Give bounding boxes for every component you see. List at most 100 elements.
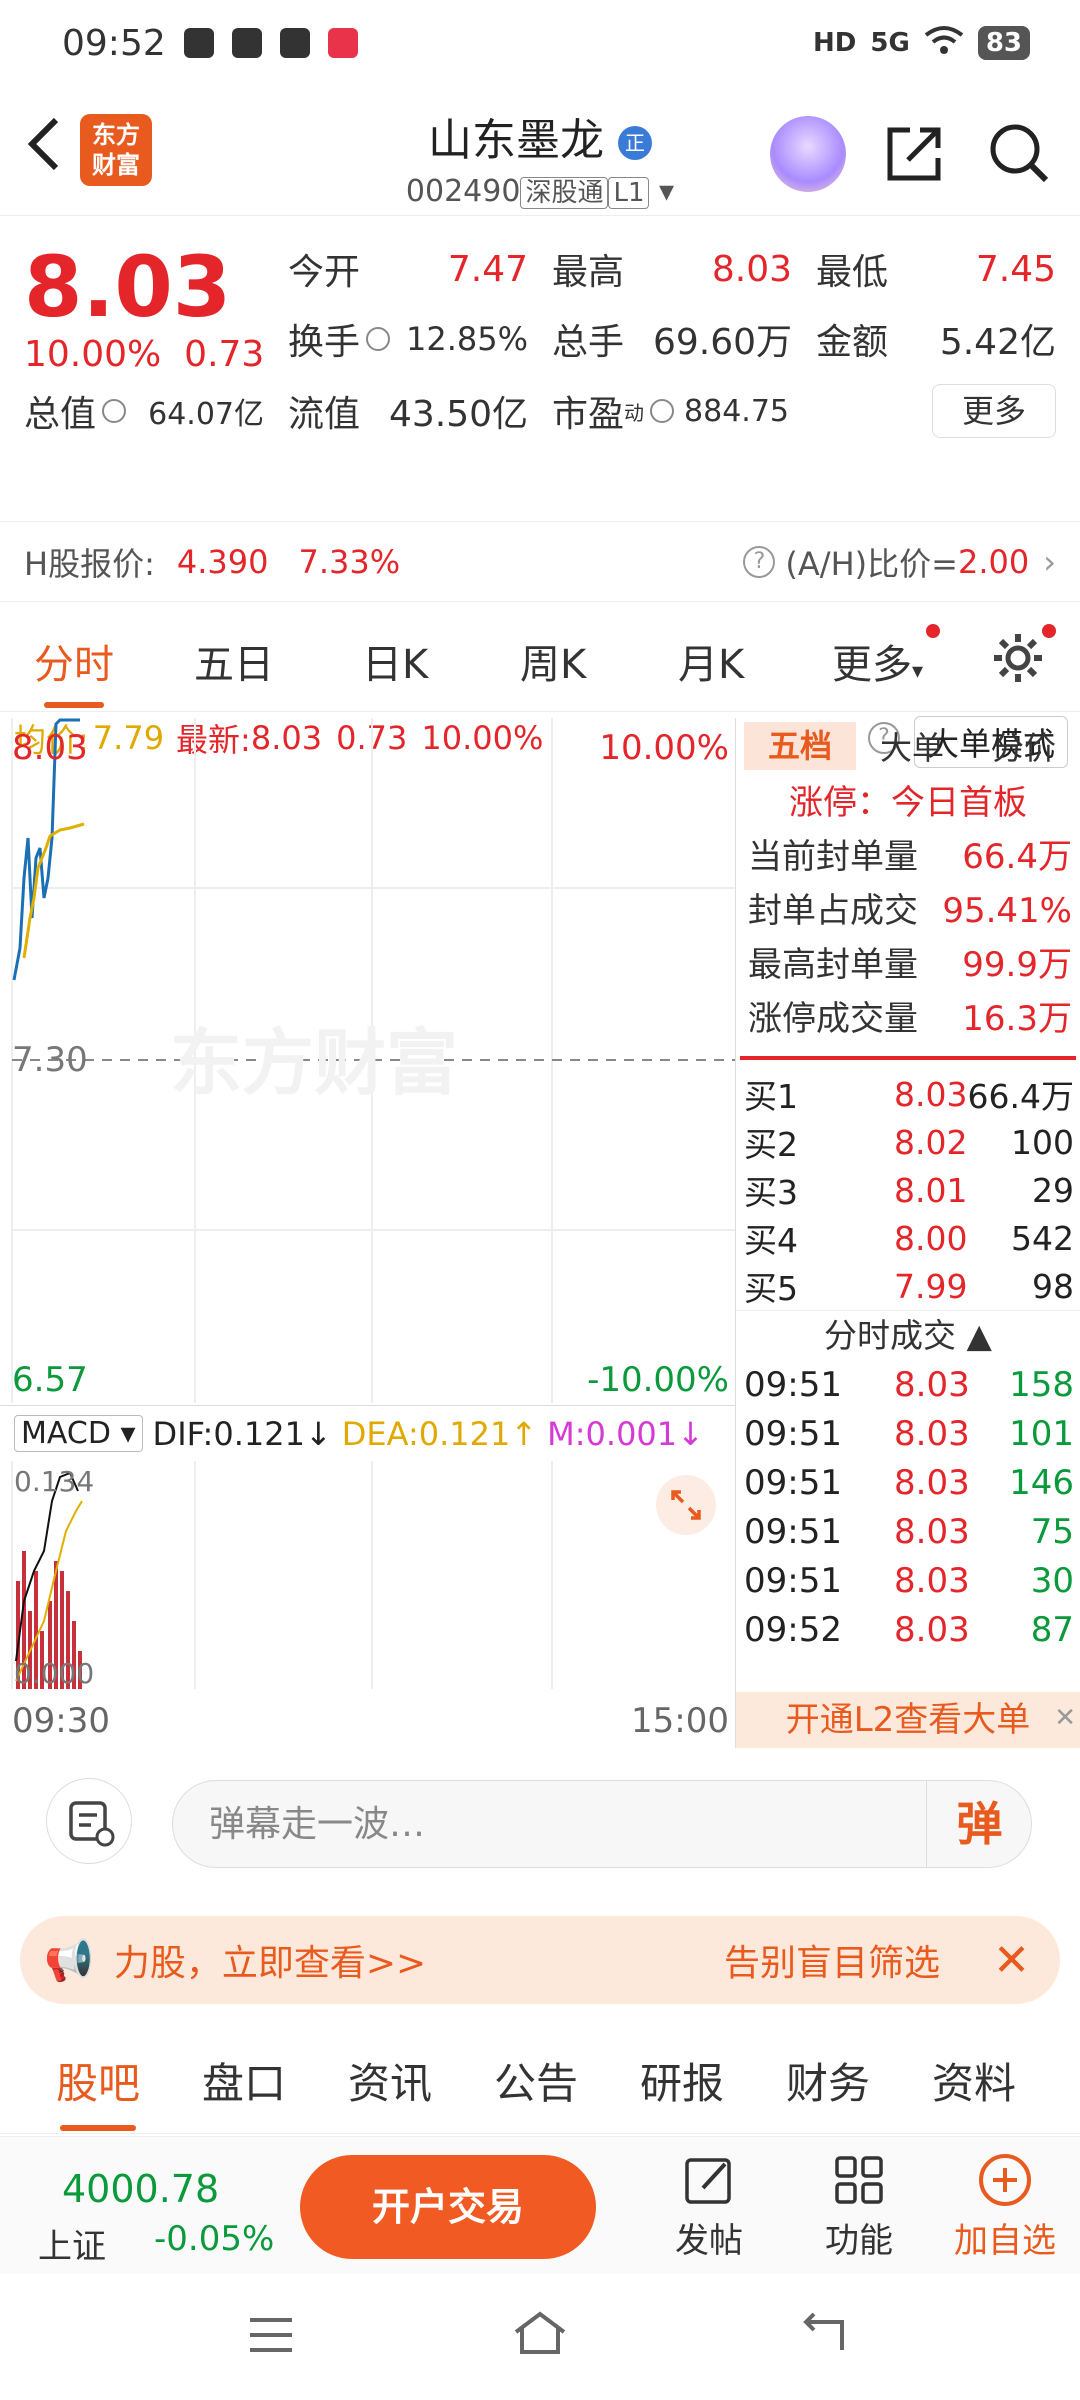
close-icon[interactable]: ✕ — [1054, 1690, 1076, 1746]
chart-mid-price: 7.30 — [12, 1040, 88, 1080]
tab-five-day[interactable]: 五日 — [194, 632, 274, 690]
chart-bottom-pct: -10.00% — [587, 1360, 729, 1400]
tab-research[interactable]: 研报 — [640, 2050, 724, 2111]
add-watchlist-button[interactable]: 加自选 — [950, 2147, 1060, 2262]
bid-row: 买4 8.00 542 — [744, 1218, 1074, 1261]
wifi-icon — [924, 25, 964, 62]
close-icon[interactable]: ✕ — [993, 1935, 1030, 1986]
indicator-select[interactable]: MACD ▾ — [14, 1415, 143, 1452]
market-cap-cell[interactable]: 总值 64.07亿 — [24, 386, 264, 436]
limit-row: 封单占成交 95.41% — [748, 891, 1072, 931]
back-nav-icon[interactable] — [798, 2312, 848, 2360]
network-indicator: 5G — [870, 28, 910, 58]
search-icon[interactable] — [988, 122, 1050, 184]
tab-guba[interactable]: 股吧 — [56, 2050, 140, 2131]
system-nav-bar — [0, 2274, 1080, 2400]
open-account-trade-button[interactable]: 开户交易 — [300, 2155, 596, 2259]
tab-monthly-k[interactable]: 月K — [678, 632, 744, 690]
danmu-send-button[interactable]: 弹 — [926, 1780, 1032, 1868]
trade-row: 09:52 8.03 87 — [744, 1609, 1074, 1650]
chart-top-price: 8.03 — [12, 728, 88, 768]
help-icon: ? — [743, 545, 776, 578]
ai-assistant-icon[interactable] — [770, 116, 846, 192]
danmu-input[interactable]: 弹幕走一波… — [172, 1780, 1032, 1868]
macd-dif: DIF:0.121↓ — [152, 1414, 332, 1453]
tab-weekly-k[interactable]: 周K — [520, 632, 586, 690]
hd-indicator: HD — [813, 28, 857, 58]
tab-daily-k[interactable]: 日K — [362, 632, 428, 690]
more-quote-button[interactable]: 更多 — [932, 384, 1056, 438]
redbook-notification-icon — [327, 28, 358, 58]
trade-row: 09:51 8.03 158 — [744, 1364, 1074, 1405]
home-icon[interactable] — [510, 2308, 570, 2362]
edit-icon — [654, 2147, 764, 2213]
open-l2-banner[interactable]: 开通L2查看大单 ✕ — [736, 1692, 1080, 1748]
app-notification-icon — [183, 28, 214, 58]
menu-icon[interactable] — [246, 2314, 296, 2360]
bid-row: 买5 7.99 98 — [744, 1266, 1074, 1309]
tab-price-dist[interactable]: 分价 — [968, 723, 1080, 769]
limit-row: 涨停成交量 16.3万 — [748, 999, 1072, 1039]
ah-ratio[interactable]: ? (A/H)比价= 2.00 › — [743, 539, 1056, 585]
pe-cell[interactable]: 市盈动 884.75 — [552, 386, 792, 436]
amount-cell: 金额 5.42亿 — [816, 322, 1056, 363]
high-cell: 最高 8.03 — [552, 248, 792, 294]
function-button[interactable]: 功能 — [804, 2147, 914, 2262]
trade-row: 09:51 8.03 75 — [744, 1511, 1074, 1552]
danmu-bar: 弹幕走一波… 弹 — [0, 1752, 1080, 1872]
settings-icon[interactable] — [990, 630, 1046, 690]
time-axis: 09:30 15:00 — [12, 1701, 729, 1741]
macd-top-value: 0.134 — [14, 1465, 95, 1498]
stock-code: 002490 — [405, 174, 521, 209]
bid-row: 买3 8.01 29 — [744, 1170, 1074, 1213]
danmu-settings-icon[interactable] — [46, 1778, 132, 1864]
trade-row: 09:51 8.03 146 — [744, 1462, 1074, 1503]
megaphone-icon: 📢 — [44, 1937, 94, 1984]
macd-m: M:0.001↓ — [547, 1414, 704, 1453]
verified-badge: 正 — [618, 126, 652, 160]
info-icon — [650, 399, 675, 423]
promo-banner[interactable]: 📢 力股，立即查看>> 告别盲目筛选 ✕ — [20, 1916, 1060, 2004]
trade-row: 09:51 8.03 30 — [744, 1560, 1074, 1601]
tab-announcement[interactable]: 公告 — [494, 2050, 578, 2111]
tab-pankou[interactable]: 盘口 — [202, 2050, 286, 2111]
market-tag: 深股通 — [520, 177, 609, 209]
share-icon[interactable] — [884, 124, 944, 184]
tab-intraday[interactable]: 分时 — [34, 632, 114, 708]
chart-watermark: 东方财富 — [170, 1024, 458, 1104]
info-icon — [102, 399, 127, 423]
stock-header: 东方 财富 山东墨龙 正 002490 深股通 L1 ▾ — [0, 86, 1080, 216]
turnover-cell[interactable]: 换手 12.85% — [288, 314, 528, 364]
macd-chart[interactable]: 0.134 0.000 — [0, 1461, 735, 1690]
tab-finance[interactable]: 财务 — [786, 2050, 870, 2111]
quote-panel: 8.03 10.00% 0.73 今开 7.47 最高 8.03 最低 7.45 换手… — [0, 216, 1080, 522]
notification-dot — [926, 624, 940, 638]
tab-big-order[interactable]: 大单 — [856, 723, 968, 769]
status-bar: 09:52 HD 5G 83 — [0, 0, 1080, 86]
macd-header: MACD ▾ DIF:0.121↓ DEA:0.121↑ M:0.001↓ — [0, 1405, 735, 1461]
grid-icon — [804, 2147, 914, 2213]
battery-indicator: 83 — [977, 26, 1030, 60]
tab-news[interactable]: 资讯 — [348, 2050, 432, 2111]
expand-icon[interactable] — [656, 1475, 716, 1535]
volume-cell: 总手 69.60万 — [552, 322, 792, 363]
dropdown-icon: ▾ — [659, 174, 675, 209]
chart-tabs: 分时 五日 日K 周K 月K 更多▾ — [0, 602, 1080, 712]
status-time: 09:52 — [62, 22, 166, 64]
tab-five-level[interactable]: 五档 — [744, 722, 856, 770]
order-book-panel: 五档 大单 分价 涨停：今日首板 当前封单量 66.4万 封单占成交 95.41% … — [735, 718, 1080, 1748]
trades-header[interactable]: 分时成交 ▲ — [736, 1310, 1080, 1360]
level-tag: L1 — [608, 177, 650, 209]
divider — [740, 1056, 1076, 1060]
post-button[interactable]: 发帖 — [654, 2147, 764, 2262]
tab-profile[interactable]: 资料 — [932, 2050, 1016, 2111]
panel-tabs: 五档 大单 分价 — [736, 718, 1080, 774]
chart-top-pct: 10.00% — [599, 728, 729, 768]
tab-more[interactable]: 更多▾ — [832, 632, 923, 690]
bottom-toolbar: 4000.78 上证 -0.05% 开户交易 发帖 功能 加自选 — [0, 2136, 1080, 2274]
h-share-row[interactable]: H股报价: 4.390 7.33% ? (A/H)比价= 2.00 › — [0, 522, 1080, 602]
chevron-right-icon: › — [1043, 542, 1056, 581]
intraday-chart[interactable]: 东方财富 8.03 10.00% 7.30 6.57 -10.00% — [0, 718, 735, 1403]
current-price: 8.03 — [24, 238, 232, 336]
limit-up-title: 涨停：今日首板 — [789, 783, 1027, 823]
